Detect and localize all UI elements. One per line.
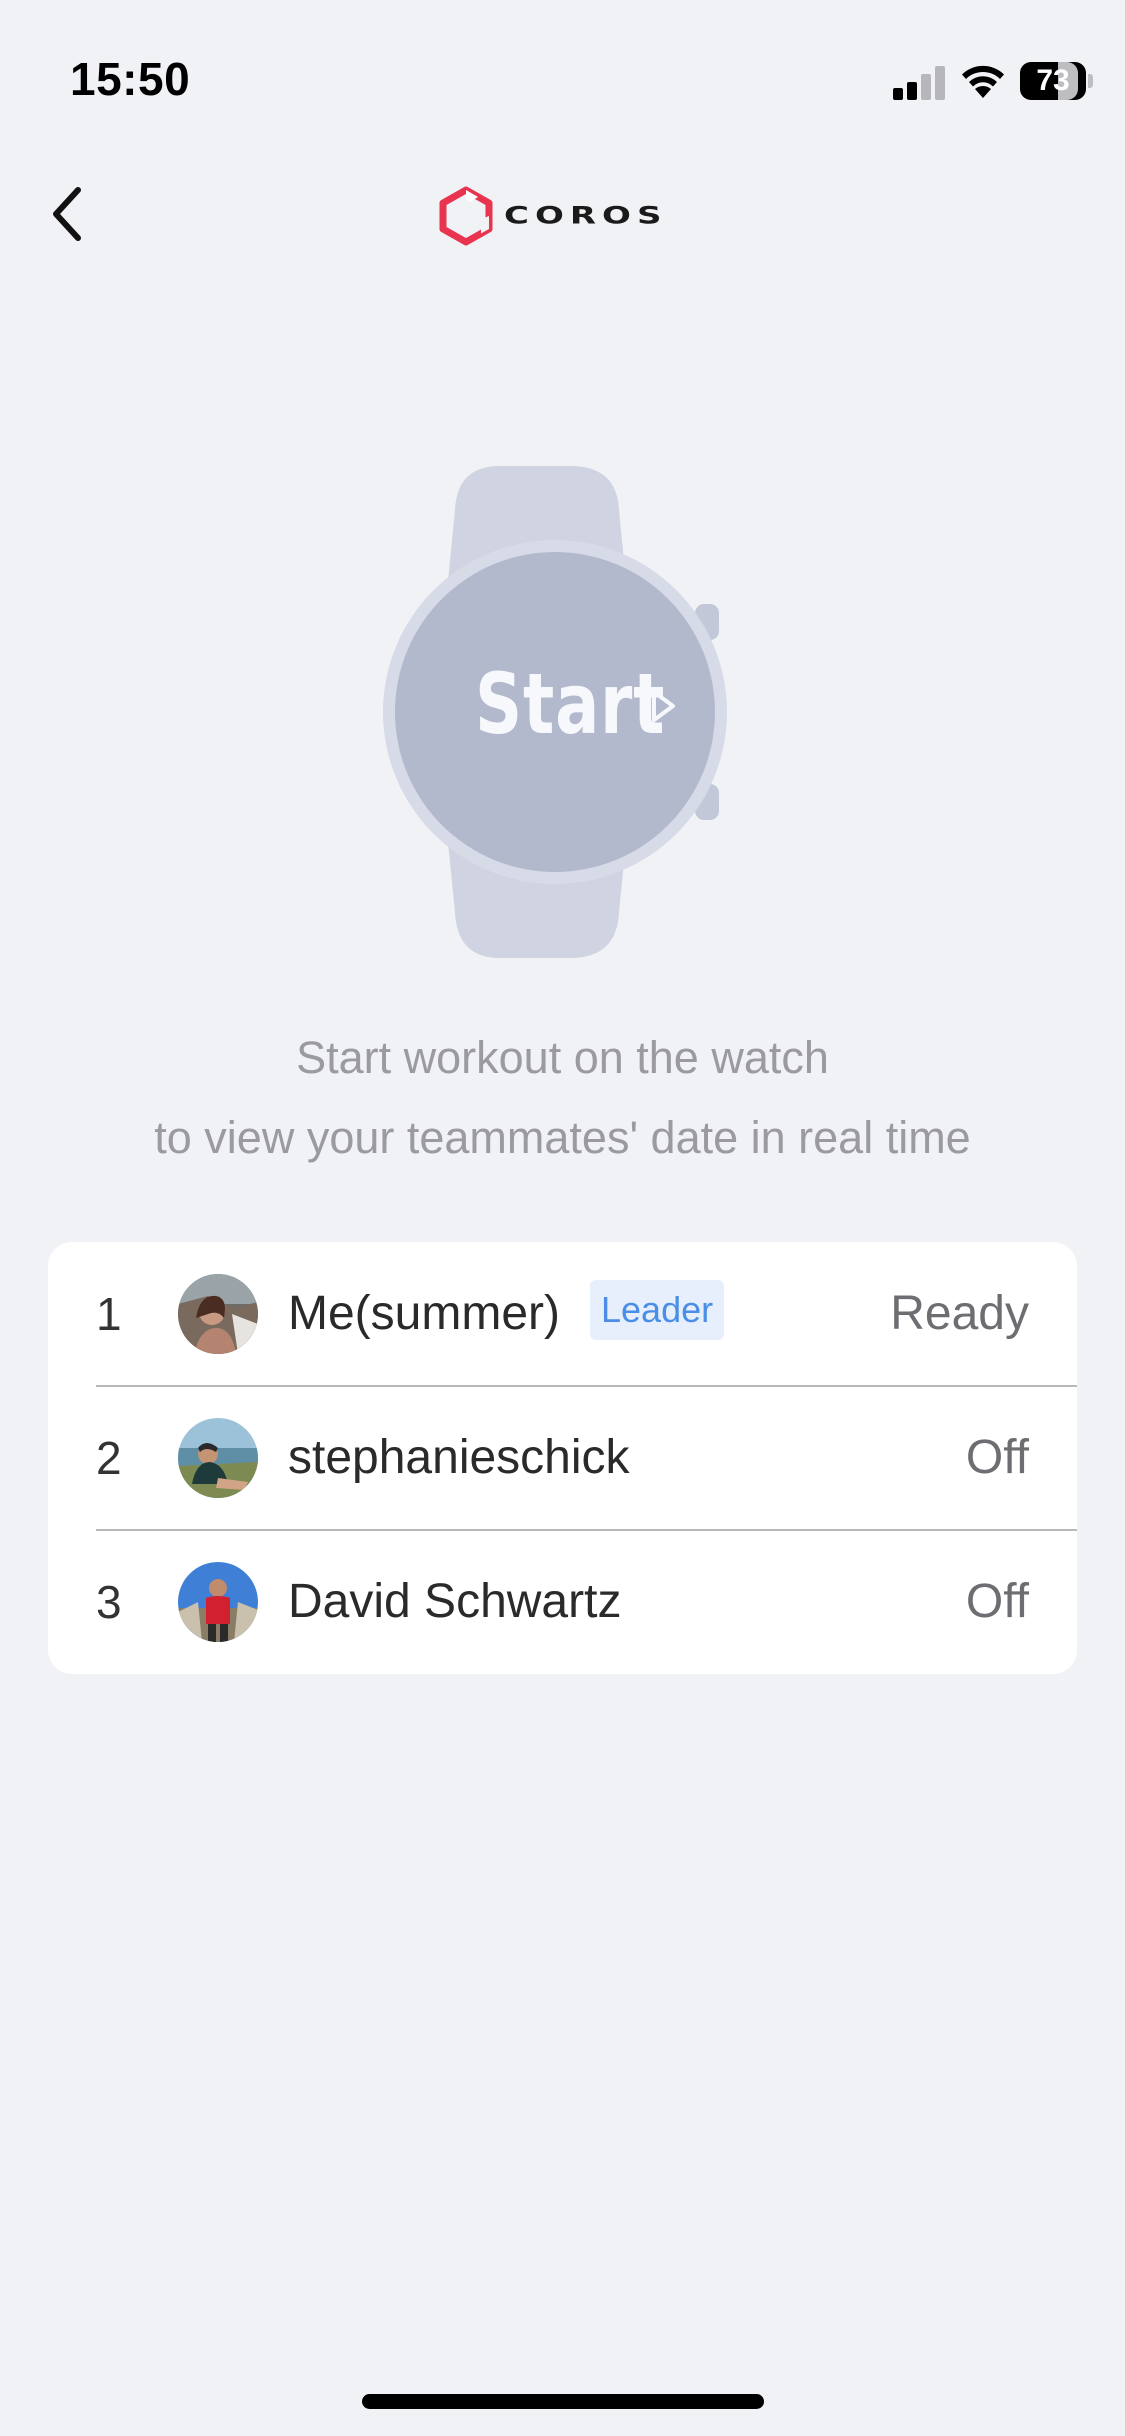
member-status: Off [965, 1575, 1029, 1628]
member-row[interactable]: 2 stephanieschick Off [48, 1386, 1077, 1530]
back-button[interactable] [38, 178, 94, 250]
member-status: Ready [890, 1287, 1029, 1340]
battery-cap [1088, 74, 1093, 88]
instruction-line-1: Start workout on the watch [296, 1032, 829, 1083]
avatar [178, 1562, 258, 1642]
team-members-card: 1 Me(summer) Leader Ready 2 stephaniesch… [48, 1242, 1077, 1674]
cellular-signal-icon [893, 66, 945, 100]
avatar [178, 1274, 258, 1354]
avatar [178, 1418, 258, 1498]
battery-icon: 73 [1020, 62, 1086, 100]
member-row[interactable]: 3 David Schwartz Off [48, 1530, 1077, 1674]
member-rank: 2 [96, 1432, 122, 1484]
member-status: Off [965, 1431, 1029, 1484]
member-row[interactable]: 1 Me(summer) Leader Ready [48, 1242, 1077, 1386]
coros-hexagon-icon [439, 186, 493, 246]
watch-start-label: Start [475, 655, 666, 753]
member-name: Me(summer) [288, 1287, 560, 1340]
member-name: stephanieschick [288, 1431, 630, 1484]
logo-text: COROS [504, 202, 668, 230]
battery-percentage: 73 [1036, 64, 1070, 97]
leader-badge: Leader [590, 1280, 725, 1340]
member-rank: 3 [96, 1576, 122, 1628]
member-name: David Schwartz [288, 1575, 622, 1628]
status-time: 15:50 [70, 53, 191, 105]
chevron-left-icon [53, 187, 81, 241]
status-bar: 15:50 73 [0, 0, 1125, 150]
instruction-line-2: to view your teammates' date in real tim… [154, 1112, 971, 1163]
member-rank: 1 [96, 1288, 122, 1340]
home-indicator[interactable] [362, 2394, 764, 2409]
coros-logo: COROS [438, 186, 667, 246]
wifi-icon [962, 65, 1004, 98]
